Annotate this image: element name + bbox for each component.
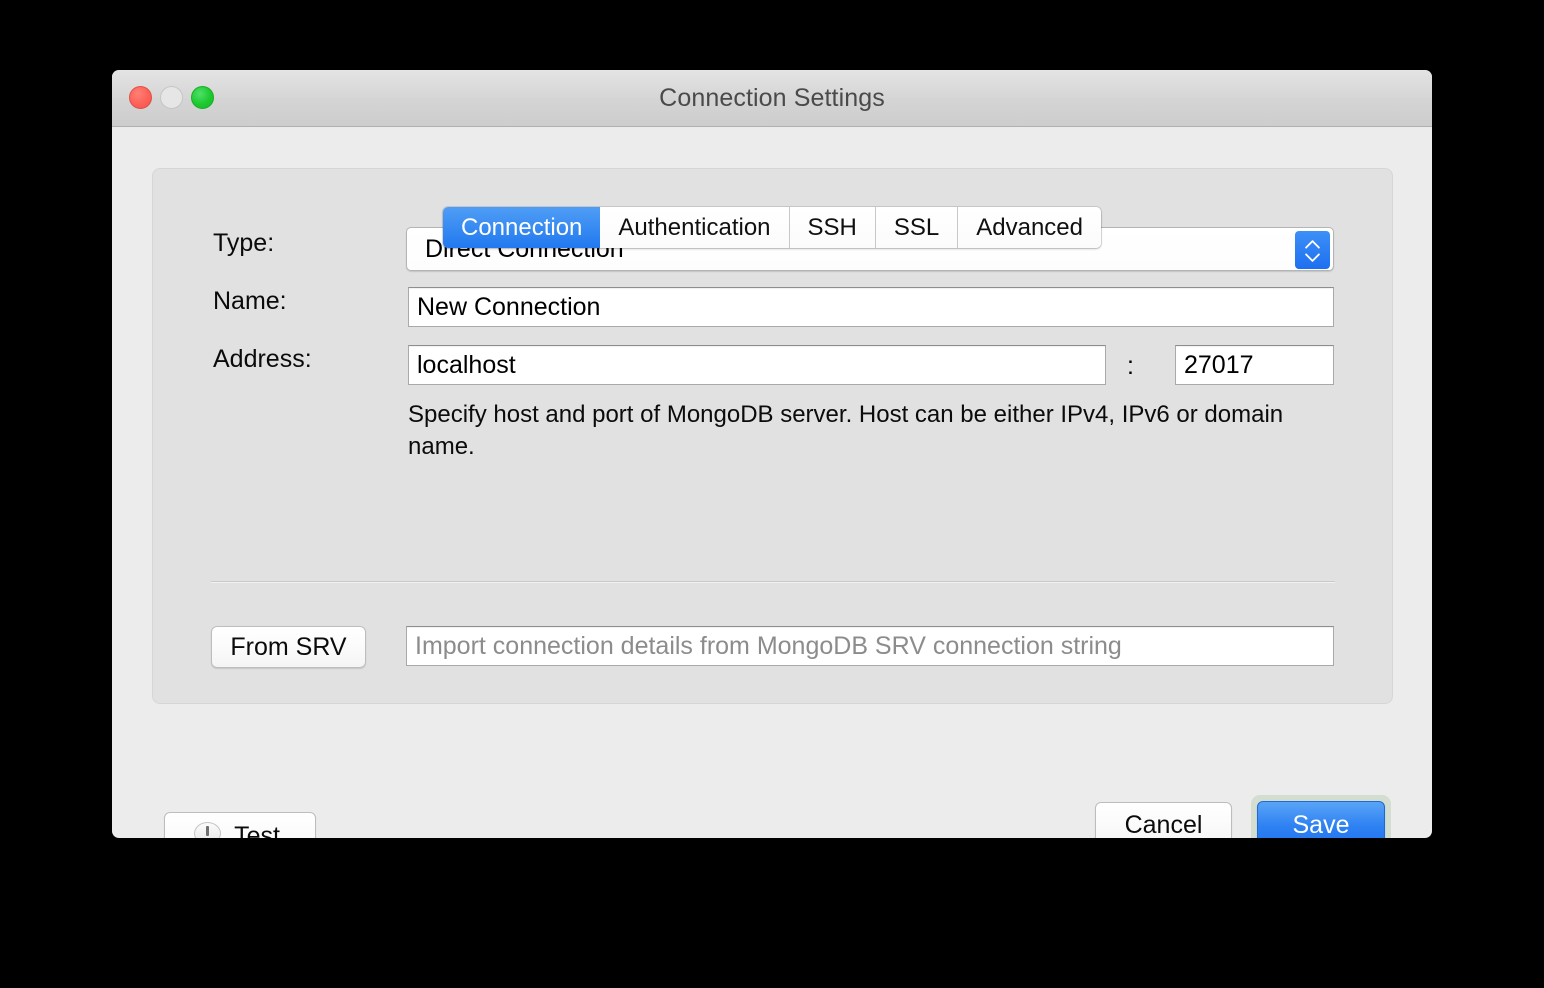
address-port-input[interactable]: 27017 <box>1175 345 1334 385</box>
tab-ssh[interactable]: SSH <box>789 207 876 248</box>
screen: Connection Settings Type: Direct Connect… <box>0 0 1544 988</box>
test-button-label: Test <box>234 821 280 839</box>
from-srv-button[interactable]: From SRV <box>211 626 366 668</box>
close-button-icon[interactable] <box>129 86 152 109</box>
cancel-button[interactable]: Cancel <box>1095 802 1232 838</box>
name-label: Name: <box>213 287 287 315</box>
traffic-light-group <box>129 86 214 109</box>
name-input[interactable]: New Connection <box>408 287 1334 327</box>
minimize-button-icon[interactable] <box>160 86 183 109</box>
tab-connection[interactable]: Connection <box>442 207 601 248</box>
connection-settings-window: Connection Settings Type: Direct Connect… <box>112 70 1432 838</box>
tab-advanced-label: Advanced <box>976 213 1083 241</box>
connection-tab-panel: Type: Direct Connection Name: New Connec… <box>152 168 1393 704</box>
srv-connection-string-placeholder: Import connection details from MongoDB S… <box>415 631 1122 660</box>
test-button[interactable]: Test <box>164 812 316 838</box>
tab-view: Type: Direct Connection Name: New Connec… <box>112 126 1432 838</box>
address-port-separator: : <box>1127 352 1134 380</box>
address-host-input[interactable]: localhost <box>408 345 1106 385</box>
address-label: Address: <box>213 345 312 373</box>
tab-advanced[interactable]: Advanced <box>958 207 1101 248</box>
window-titlebar[interactable]: Connection Settings <box>112 70 1432 127</box>
address-help-text: Specify host and port of MongoDB server.… <box>408 401 1284 460</box>
cancel-button-label: Cancel <box>1124 810 1203 839</box>
tab-ssl-label: SSL <box>893 213 940 241</box>
address-port-value: 27017 <box>1184 350 1254 379</box>
from-srv-button-label: From SRV <box>230 632 347 661</box>
chevron-down-icon <box>1305 251 1320 259</box>
srv-connection-string-input[interactable]: Import connection details from MongoDB S… <box>406 626 1334 666</box>
save-button-label: Save <box>1292 811 1350 838</box>
name-row: Name: <box>213 287 287 316</box>
window-title: Connection Settings <box>659 84 885 112</box>
zoom-button-icon[interactable] <box>191 86 214 109</box>
address-row: Address: <box>213 345 312 374</box>
tab-list: Connection Authentication SSH SSL Advanc… <box>442 207 1101 248</box>
tab-strip: Connection Authentication SSH SSL Advanc… <box>112 207 1432 248</box>
speech-bubble-exclamation-icon <box>194 822 222 838</box>
address-host-value: localhost <box>417 350 516 379</box>
name-input-value: New Connection <box>417 292 601 321</box>
tab-authentication-label: Authentication <box>618 213 771 241</box>
tab-ssh-label: SSH <box>807 213 857 241</box>
section-divider <box>211 581 1335 583</box>
tab-authentication[interactable]: Authentication <box>600 207 790 248</box>
save-button[interactable]: Save <box>1257 801 1385 838</box>
tab-connection-label: Connection <box>460 213 583 241</box>
tab-ssl[interactable]: SSL <box>875 207 959 248</box>
